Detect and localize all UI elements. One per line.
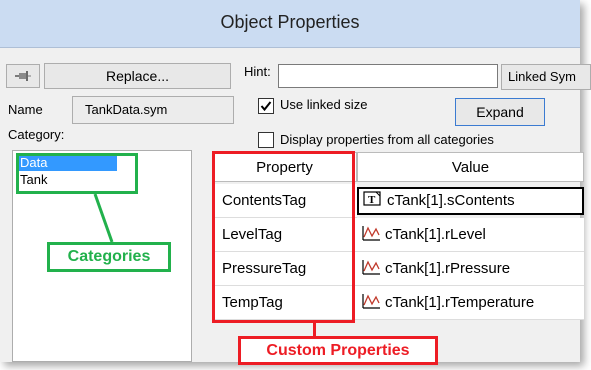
value-text: cTank[1].rPressure: [385, 260, 511, 277]
name-field: TankData.sym: [72, 96, 234, 124]
value-column-header[interactable]: Value: [357, 152, 584, 182]
pushpin-icon: [15, 71, 31, 81]
use-linked-size-label[interactable]: Use linked size: [280, 97, 367, 112]
name-label: Name: [8, 102, 43, 117]
window-title: Object Properties: [220, 12, 360, 32]
use-linked-size-checkbox[interactable]: [258, 98, 274, 114]
pin-button[interactable]: [6, 64, 40, 88]
text-tag-icon: T: [363, 191, 381, 206]
hint-label: Hint:: [244, 64, 271, 79]
property-value-cell[interactable]: cTank[1].rLevel: [357, 218, 584, 252]
svg-text:T: T: [368, 194, 376, 206]
value-text: cTank[1].rTemperature: [385, 294, 535, 311]
hint-input[interactable]: [278, 64, 498, 88]
display-all-categories-label[interactable]: Display properties from all categories: [280, 132, 494, 147]
categories-callout: Categories: [47, 242, 171, 272]
property-value-cell[interactable]: cTank[1].rTemperature: [357, 286, 584, 320]
title-bar[interactable]: Object Properties: [0, 0, 580, 48]
custom-properties-callout: Custom Properties: [238, 336, 438, 365]
display-all-categories-checkbox[interactable]: [258, 132, 274, 148]
categories-highlight-frame: [16, 153, 138, 194]
value-text: cTank[1].rLevel: [385, 226, 486, 243]
property-value-cell[interactable]: cTank[1].rPressure: [357, 252, 584, 286]
custom-properties-highlight-frame: [212, 151, 355, 323]
linked-symbol-button[interactable]: Linked Sym: [501, 64, 591, 90]
category-label: Category:: [8, 127, 65, 142]
value-text: cTank[1].sContents: [387, 192, 515, 209]
expand-button[interactable]: Expand: [455, 98, 545, 126]
custom-properties-connector: [313, 321, 316, 337]
replace-button[interactable]: Replace...: [44, 63, 231, 89]
analog-tag-icon: [362, 260, 380, 275]
analog-tag-icon: [362, 226, 380, 241]
property-value-cell[interactable]: T cTank[1].sContents: [357, 187, 584, 215]
checkmark-icon: [260, 101, 272, 112]
analog-tag-icon: [362, 294, 380, 309]
